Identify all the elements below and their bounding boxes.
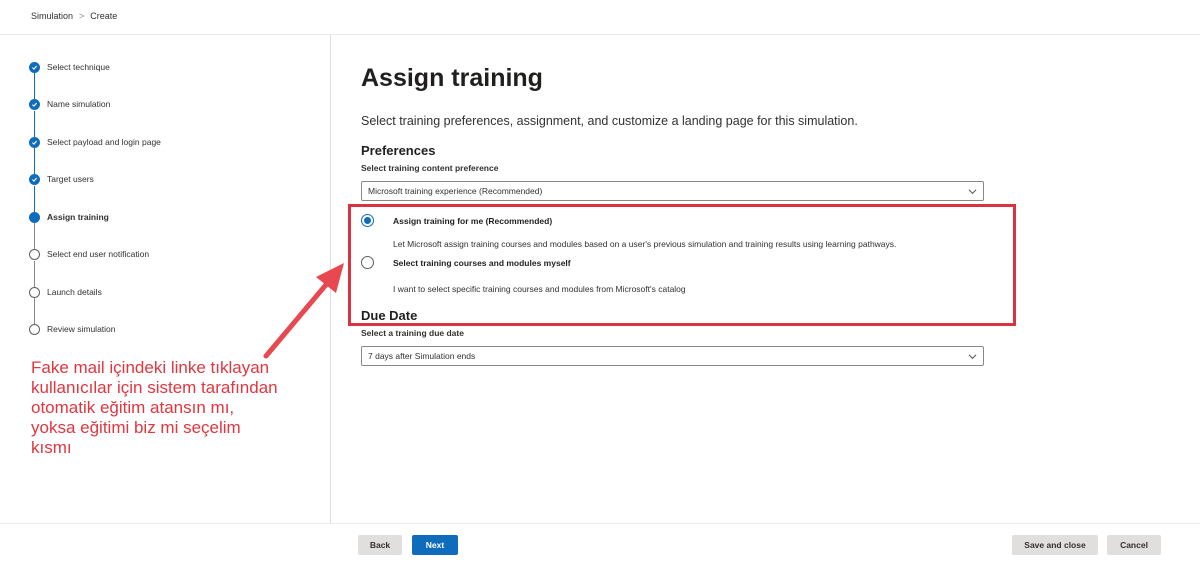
- breadcrumb-current: Create: [90, 11, 118, 21]
- save-and-close-button[interactable]: Save and close: [1012, 535, 1098, 555]
- wizard-step-end-user-notification[interactable]: Select end user notification: [29, 244, 149, 264]
- due-date-value: 7 days after Simulation ends: [368, 351, 476, 361]
- due-date-dropdown[interactable]: 7 days after Simulation ends: [361, 346, 984, 366]
- checkmark-icon: [29, 173, 40, 185]
- footer-divider: [0, 523, 1200, 524]
- chevron-down-icon: [968, 354, 977, 360]
- wizard-step-launch-details[interactable]: Launch details: [29, 282, 102, 302]
- wizard-step-review-simulation[interactable]: Review simulation: [29, 319, 116, 339]
- annotation-text: Fake mail içindeki linke tıklayan kullan…: [31, 358, 278, 457]
- wizard-step-label: Assign training: [47, 212, 109, 222]
- page-description: Select training preferences, assignment,…: [361, 114, 858, 128]
- wizard-step-label: Name simulation: [47, 99, 111, 109]
- wizard-step-label: Target users: [47, 174, 94, 184]
- wizard-step-assign-training[interactable]: Assign training: [29, 207, 109, 227]
- wizard-step-label: Select end user notification: [47, 249, 150, 259]
- back-button[interactable]: Back: [358, 535, 402, 555]
- pending-step-icon: [29, 286, 40, 298]
- checkmark-icon: [29, 98, 40, 110]
- wizard-step-select-payload[interactable]: Select payload and login page: [29, 132, 161, 152]
- wizard-step-label: Launch details: [47, 287, 102, 297]
- wizard-step-select-technique[interactable]: Select technique: [29, 57, 110, 77]
- wizard-step-name-simulation[interactable]: Name simulation: [29, 94, 110, 114]
- page-title: Assign training: [361, 64, 543, 92]
- pending-step-icon: [29, 323, 40, 335]
- wizard-step-target-users[interactable]: Target users: [29, 169, 94, 189]
- due-date-label: Select a training due date: [361, 328, 464, 338]
- checkmark-icon: [29, 61, 40, 73]
- wizard-step-label: Select technique: [47, 62, 110, 72]
- wizard-step-label: Select payload and login page: [47, 137, 161, 147]
- content-preference-label: Select training content preference: [361, 163, 499, 173]
- chevron-right-icon: >: [79, 11, 85, 21]
- content-preference-value: Microsoft training experience (Recommend…: [368, 186, 543, 196]
- cancel-button[interactable]: Cancel: [1107, 535, 1161, 555]
- current-step-icon: [29, 211, 40, 223]
- annotation-highlight-box: [348, 204, 1016, 326]
- chevron-down-icon: [968, 189, 977, 195]
- breadcrumb-root[interactable]: Simulation: [31, 11, 73, 21]
- wizard-step-label: Review simulation: [47, 324, 116, 334]
- checkmark-icon: [29, 136, 40, 148]
- pending-step-icon: [29, 248, 40, 260]
- content-preference-dropdown[interactable]: Microsoft training experience (Recommend…: [361, 181, 984, 201]
- preferences-heading: Preferences: [361, 143, 436, 158]
- next-button[interactable]: Next: [412, 535, 458, 555]
- annotation-arrow-icon: [263, 263, 344, 359]
- breadcrumb: Simulation > Create: [31, 11, 117, 21]
